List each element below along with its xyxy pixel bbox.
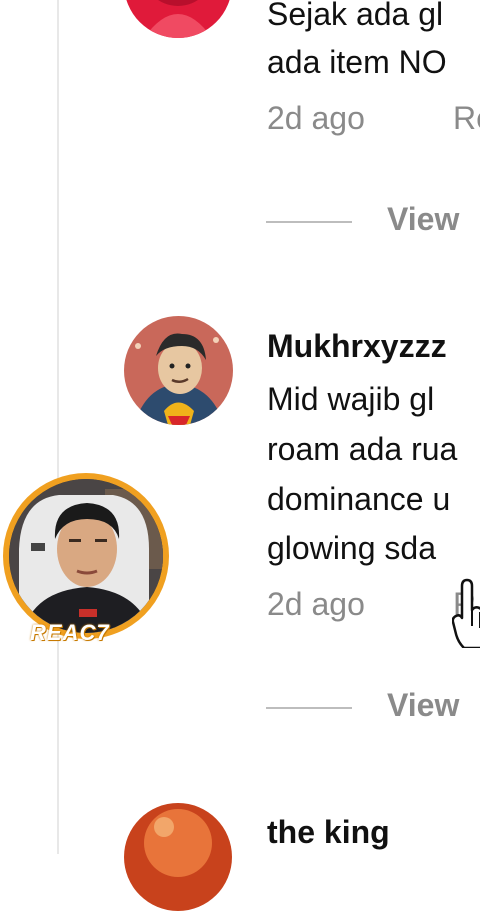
comment-1-reply-button[interactable]: Re: [453, 100, 480, 137]
comment-3-username[interactable]: the king: [267, 814, 390, 851]
comment-2-timestamp: 2d ago: [267, 586, 365, 622]
view-replies-label: View: [387, 687, 460, 723]
comment-1-timestamp: 2d ago: [267, 100, 365, 136]
comment-2-avatar[interactable]: [124, 316, 233, 425]
comment-2-line-1: Mid wajib gl: [267, 381, 435, 417]
reactor-brand-label: REAC7: [30, 620, 110, 645]
reactor-webcam-video: [9, 479, 163, 633]
comment-2-line-2: roam ada rua: [267, 431, 458, 467]
comment-1-line-2: ada item NO: [267, 44, 447, 80]
thread-rail: [57, 0, 59, 854]
comment-2-line-3: dominance u: [267, 481, 451, 517]
comment-2-line-4: glowing sda: [267, 530, 436, 566]
comment-1-line-1: Sejak ada gl: [267, 0, 444, 32]
comment-1-avatar[interactable]: [124, 0, 232, 38]
reactor-webcam: [3, 473, 169, 639]
view-replies-divider: [266, 707, 352, 709]
hand-cursor-icon: [451, 578, 480, 653]
comment-2-username[interactable]: Mukhrxyzzz: [267, 328, 447, 365]
comment-3-avatar[interactable]: [124, 803, 232, 911]
view-replies-label: View: [387, 201, 460, 237]
view-replies-divider: [266, 221, 352, 223]
